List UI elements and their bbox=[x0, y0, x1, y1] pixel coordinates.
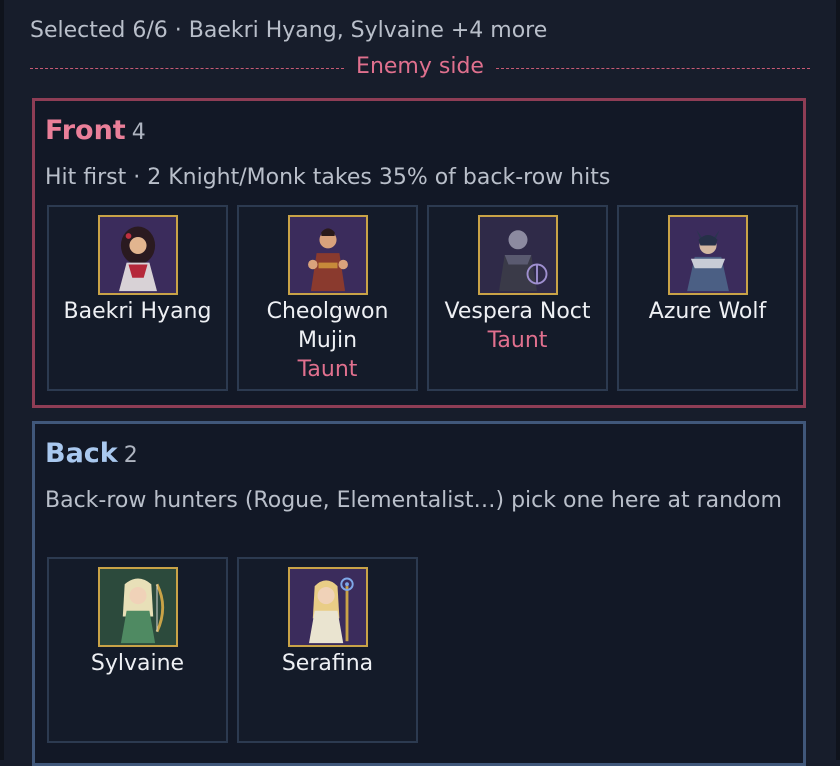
priestess-portrait-icon bbox=[287, 567, 368, 647]
back-row-section: Back 2 Back-row hunters (Rogue, Elemental… bbox=[32, 421, 806, 766]
back-row-title: Back bbox=[45, 438, 118, 469]
unit-card[interactable]: Serafina bbox=[237, 557, 418, 743]
selection-summary: Selected 6/6 · Baekri Hyang, Sylvaine +4… bbox=[30, 18, 548, 43]
front-row-section: Front 4 Hit first · 2 Knight/Monk takes 3… bbox=[32, 98, 806, 408]
unit-card[interactable]: Baekri Hyang bbox=[47, 205, 228, 391]
unit-name: Serafina bbox=[281, 651, 374, 676]
divider-label: Enemy side bbox=[356, 54, 484, 79]
archer-portrait-icon bbox=[97, 567, 178, 647]
unit-tag: Taunt bbox=[297, 357, 358, 382]
frame-edge-left bbox=[0, 0, 4, 760]
front-row-cards: Baekri Hyang Cheolgwon Mujin Taunt Vespe… bbox=[47, 205, 798, 391]
front-row-title: Front bbox=[45, 115, 126, 146]
back-row-count: 2 bbox=[123, 443, 138, 468]
frame-edge-right bbox=[836, 0, 840, 760]
unit-card[interactable]: Vespera Noct Taunt bbox=[427, 205, 608, 391]
unit-name: Vespera Noct bbox=[444, 299, 591, 324]
back-row-description: Back-row hunters (Rogue, Elementalist…) … bbox=[45, 488, 782, 513]
unit-name: Baekri Hyang bbox=[63, 299, 212, 324]
unit-name: Cheolgwon Mujin bbox=[266, 299, 389, 353]
unit-name: Sylvaine bbox=[90, 651, 185, 676]
dark-knight-portrait-icon bbox=[477, 215, 558, 295]
back-row-cards: Sylvaine Serafina bbox=[47, 557, 418, 743]
unit-card[interactable]: Sylvaine bbox=[47, 557, 228, 743]
unit-name: Azure Wolf bbox=[648, 299, 767, 324]
unit-card[interactable]: Cheolgwon Mujin Taunt bbox=[237, 205, 418, 391]
divider-line-right bbox=[496, 68, 810, 69]
wolf-warrior-portrait-icon bbox=[667, 215, 748, 295]
front-row-description: Hit first · 2 Knight/Monk takes 35% of b… bbox=[45, 165, 611, 190]
enemy-side-divider: Enemy side bbox=[30, 54, 810, 84]
monk-portrait-icon bbox=[287, 215, 368, 295]
back-row-header: Back 2 bbox=[45, 438, 138, 469]
front-row-count: 4 bbox=[131, 120, 146, 145]
unit-tag: Taunt bbox=[487, 328, 548, 353]
front-row-header: Front 4 bbox=[45, 115, 146, 146]
dancer-portrait-icon bbox=[97, 215, 178, 295]
unit-card[interactable]: Azure Wolf bbox=[617, 205, 798, 391]
